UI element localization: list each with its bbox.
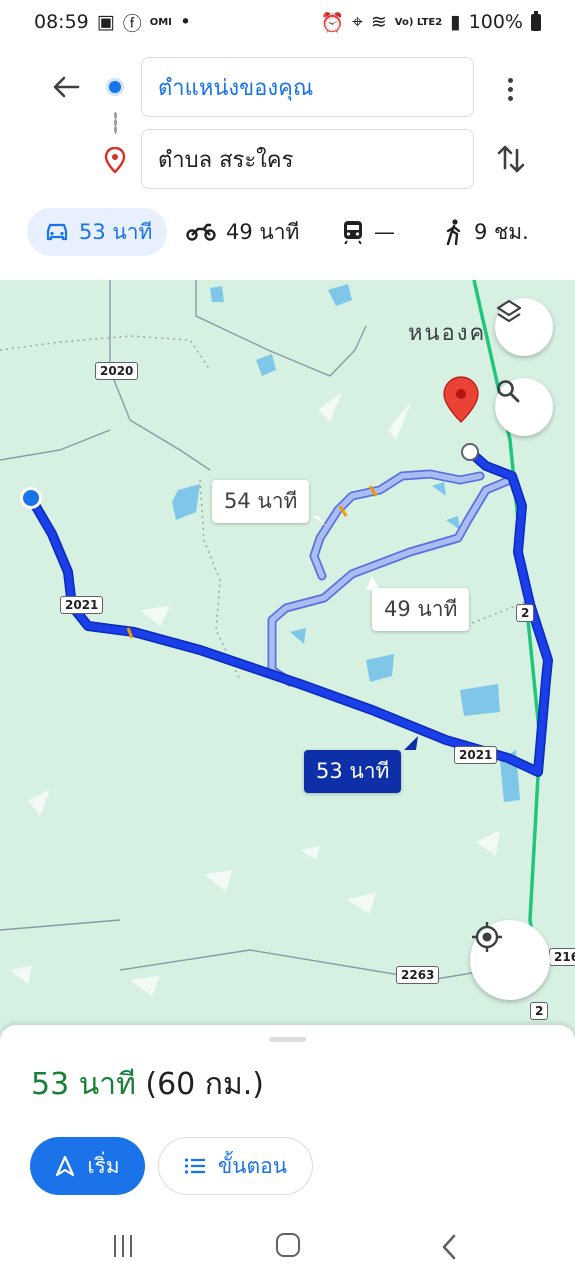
primary-route-label: 53 นาที: [316, 759, 390, 783]
route-shield-2020: 2020: [95, 362, 139, 380]
layers-button[interactable]: [495, 298, 553, 356]
primary-route-bubble[interactable]: 53 นาที: [304, 750, 402, 793]
crosshair-icon: [472, 922, 502, 952]
my-location-button[interactable]: [470, 920, 550, 1000]
recent-bar: [122, 1235, 124, 1257]
home-button[interactable]: [276, 1233, 300, 1257]
summary-distance: (60 กม.): [145, 1067, 264, 1102]
route-bottom-sheet: 53 นาที (60 กม.) เริ่ม ขั้นตอน: [0, 1025, 575, 1215]
route-shield-2021-b: 2021: [454, 746, 498, 764]
mode-motorcycle[interactable]: 49 นาที: [186, 208, 299, 256]
steps-label: ขั้นตอน: [217, 1153, 288, 1178]
route-shield-2-b: 2: [530, 1002, 549, 1020]
facebook-icon: ⓕ: [122, 12, 142, 35]
mode-transit[interactable]: —: [342, 208, 395, 256]
start-label: เริ่ม: [87, 1153, 120, 1178]
directions-header: ตำแหน่งของคุณ ตำบล สระใคร 53 นาที 49 นาท…: [0, 44, 575, 280]
list-icon: [184, 1158, 205, 1174]
more-dot: [507, 86, 513, 92]
water-areas: [172, 284, 520, 802]
destination-point: [461, 443, 479, 461]
system-back-icon[interactable]: [440, 1233, 458, 1261]
alt-route-bubble-2[interactable]: 49 นาที: [372, 588, 470, 631]
town-label: หนองค: [408, 321, 487, 346]
layers-icon: [496, 299, 522, 323]
mode-transit-label: —: [374, 220, 395, 244]
destination-pin-marker[interactable]: [443, 376, 479, 423]
mode-driving-label: 53 นาที: [79, 219, 153, 244]
sheet-drag-handle[interactable]: [269, 1037, 306, 1042]
recent-apps-button[interactable]: [114, 1235, 132, 1257]
recent-bar: [130, 1235, 132, 1257]
more-dot: [507, 77, 513, 83]
summary-time: 53 นาที: [31, 1067, 136, 1102]
gallery-icon: ▣: [96, 11, 115, 33]
navigation-arrow-icon: [56, 1155, 75, 1177]
status-right: ⏰ ⌖ ≋ Vo) LTE2 ▮ 100%: [320, 10, 541, 34]
dot-icon: •: [179, 11, 192, 33]
start-button[interactable]: เริ่ม: [30, 1137, 145, 1195]
mode-walking[interactable]: 9 ชม.: [444, 208, 529, 256]
search-icon: [497, 380, 520, 403]
car-icon: [46, 223, 68, 241]
alt-route-bubble-1[interactable]: 54 นาที: [212, 480, 310, 523]
status-bar: 08:59 ▣ ⓕ OMI • ⏰ ⌖ ≋ Vo) LTE2 ▮ 100%: [0, 0, 575, 44]
walk-icon: [446, 219, 461, 245]
location-icon: ⌖: [352, 11, 363, 33]
destination-text: ตำบล สระใคร: [158, 147, 294, 173]
train-icon: [344, 221, 362, 244]
origin-field[interactable]: ตำแหน่งของคุณ: [141, 57, 474, 117]
destination-field[interactable]: ตำบล สระใคร: [141, 129, 474, 189]
battery-text: 100%: [468, 11, 523, 33]
alt-route-2-label: 49 นาที: [384, 597, 458, 621]
app-root: 08:59 ▣ ⓕ OMI • ⏰ ⌖ ≋ Vo) LTE2 ▮ 100% ตำ…: [0, 0, 575, 1280]
mode-driving[interactable]: 53 นาที: [27, 208, 167, 256]
origin-marker[interactable]: [23, 490, 39, 506]
origin-text: ตำแหน่งของคุณ: [158, 75, 314, 101]
route-shield-2263: 2263: [396, 966, 440, 984]
back-button[interactable]: [44, 70, 88, 104]
mode-motorcycle-label: 49 นาที: [226, 219, 300, 244]
system-nav-bar: [0, 1215, 575, 1280]
mode-walking-label: 9 ชม.: [474, 219, 529, 244]
connector-dots: [114, 112, 117, 134]
battery-icon: [531, 10, 541, 31]
travel-modes: 53 นาที 49 นาที — 9 ชม.: [0, 204, 575, 260]
motorcycle-icon: [186, 223, 216, 241]
signal-icon: ▮: [450, 11, 461, 33]
omi-label: OMI: [149, 16, 172, 28]
network-label: Vo) LTE2: [394, 16, 443, 28]
origin-dot-icon: [106, 78, 124, 96]
map-search-button[interactable]: [495, 378, 553, 436]
wifi-icon: ≋: [370, 11, 387, 33]
more-dot: [507, 95, 513, 101]
route-shield-216: 216: [549, 948, 575, 966]
status-left: 08:59 ▣ ⓕ OMI •: [34, 9, 191, 36]
steps-button[interactable]: ขั้นตอน: [158, 1137, 313, 1195]
swap-icon[interactable]: [494, 142, 528, 176]
alarm-icon: ⏰: [320, 11, 345, 34]
alt-route-1-label: 54 นาที: [224, 489, 298, 513]
more-options-button[interactable]: [498, 72, 522, 106]
bubble-pointer: [404, 736, 418, 750]
route-shield-2: 2: [516, 604, 535, 622]
status-time: 08:59: [34, 11, 89, 33]
arrow-left-icon: [53, 76, 80, 98]
destination-pin-icon: [104, 147, 126, 173]
recent-bar: [114, 1235, 116, 1257]
route-shield-2021: 2021: [60, 596, 104, 614]
map-view[interactable]: หนองค 2020 2021 2021 2 2263 2 216 54 นาท…: [0, 280, 575, 1040]
route-summary: 53 นาที (60 กม.): [31, 1061, 264, 1108]
destination-pin-dot: [456, 389, 466, 399]
